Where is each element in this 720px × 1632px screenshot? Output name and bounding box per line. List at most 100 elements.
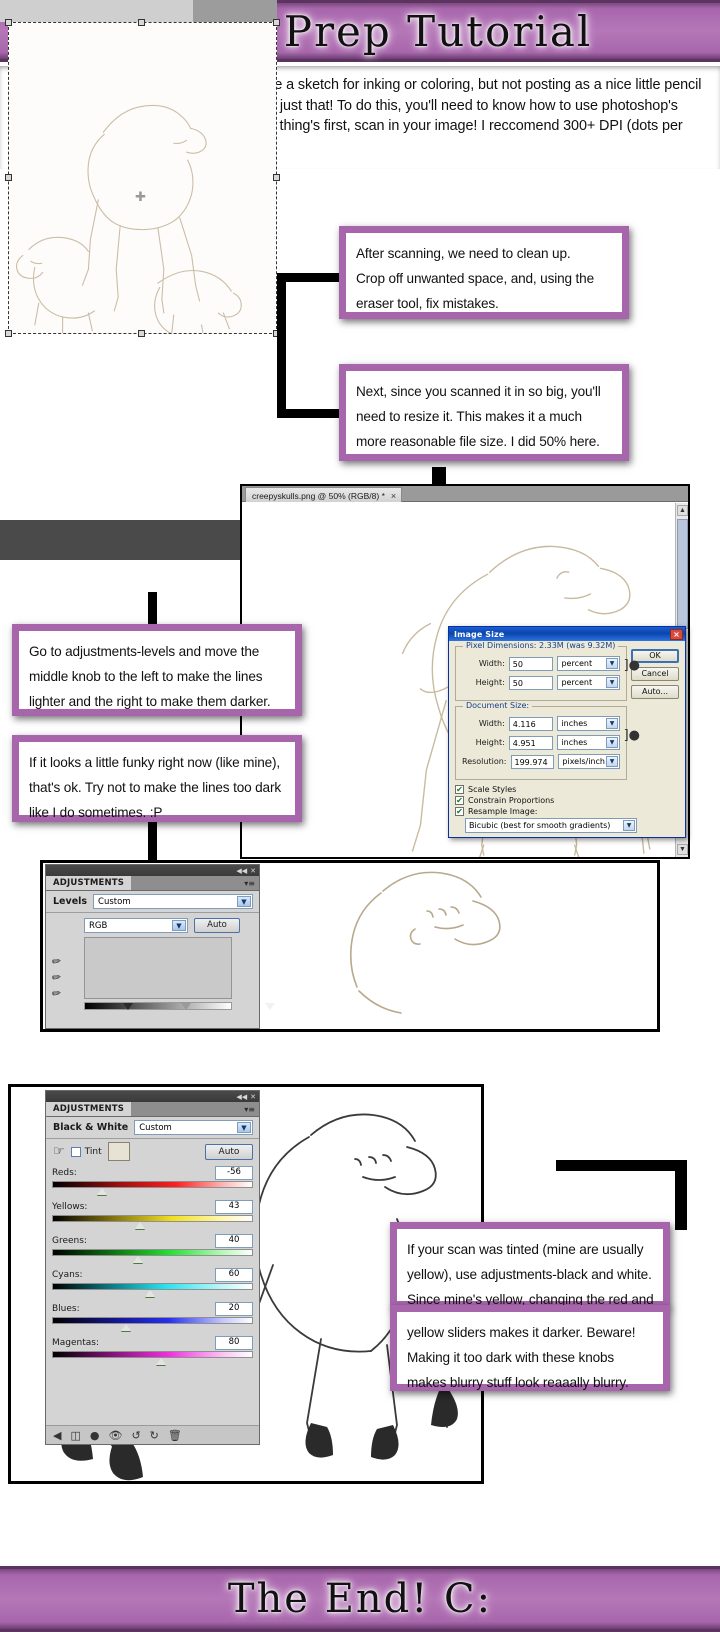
scrollbar-thumb[interactable] bbox=[677, 519, 688, 629]
pixel-height-input[interactable]: 50 bbox=[508, 675, 554, 690]
crop-handle-bc[interactable] bbox=[138, 330, 145, 337]
collapse-icon[interactable]: ◀◀ bbox=[236, 1093, 247, 1101]
crop-handle-tc[interactable] bbox=[138, 19, 145, 26]
document-tab[interactable]: creepyskulls.png @ 50% (RGB/8) * × bbox=[245, 487, 403, 502]
levels-white-knob[interactable] bbox=[265, 1003, 275, 1010]
slider-reds-knob[interactable] bbox=[96, 1188, 107, 1195]
scan-panel-footer bbox=[0, 520, 277, 560]
chevron-down-icon[interactable]: ▼ bbox=[237, 896, 251, 907]
eyedropper-black-icon[interactable]: ✏ bbox=[51, 954, 62, 968]
slider-yellows-knob[interactable] bbox=[134, 1222, 145, 1229]
doc-resolution-input[interactable]: 199.974 bbox=[510, 754, 555, 769]
scroll-down-icon[interactable]: ▼ bbox=[677, 844, 688, 855]
scale-styles-row[interactable]: ✔ Scale Styles bbox=[455, 785, 679, 794]
scroll-up-icon[interactable]: ▲ bbox=[677, 505, 688, 516]
slider-magentas-knob[interactable] bbox=[156, 1358, 167, 1365]
levels-auto-button[interactable]: Auto bbox=[194, 918, 240, 933]
crop-handle-ml[interactable] bbox=[5, 174, 12, 181]
doc-width-input[interactable]: 4.116 bbox=[508, 716, 554, 731]
bw-auto-button[interactable]: Auto bbox=[205, 1143, 253, 1160]
slider-greens-value[interactable]: 40 bbox=[215, 1234, 253, 1248]
trash-icon[interactable]: 🗑 bbox=[168, 1429, 182, 1442]
doc-height-unit-select[interactable]: inches ▼ bbox=[557, 735, 620, 750]
tint-control[interactable]: Tint bbox=[70, 1146, 102, 1157]
crop-handle-bl[interactable] bbox=[5, 330, 12, 337]
panel-menu-icon[interactable]: ▾≡ bbox=[131, 876, 259, 890]
close-icon[interactable]: × bbox=[391, 491, 396, 501]
slider-cyans: Cyans: 60 bbox=[52, 1268, 253, 1299]
constrain-chain-icon: ]● bbox=[623, 728, 640, 743]
levels-midtone-knob[interactable] bbox=[181, 1003, 191, 1010]
levels-preset-select[interactable]: Custom ▼ bbox=[93, 894, 253, 909]
preview-eye-icon[interactable]: 👁 bbox=[108, 1429, 122, 1442]
slider-reds-value[interactable]: -56 bbox=[215, 1166, 253, 1180]
chevron-down-icon[interactable]: ▼ bbox=[606, 737, 618, 748]
levels-adjustments-panel: ◀◀ ✕ ADJUSTMENTS ▾≡ Levels Custom ▼ RGB … bbox=[45, 864, 275, 1029]
constrain-chain-icon: ]● bbox=[623, 658, 640, 673]
close-icon[interactable]: × bbox=[670, 628, 683, 640]
crop-handle-tl[interactable] bbox=[5, 19, 12, 26]
collapse-icon[interactable]: ◀◀ bbox=[236, 867, 247, 875]
close-icon[interactable]: ✕ bbox=[250, 867, 256, 875]
bw-header: Black & White Custom ▼ bbox=[46, 1117, 259, 1139]
levels-channel-select[interactable]: RGB ▼ bbox=[84, 918, 188, 933]
chevron-down-icon[interactable]: ▼ bbox=[606, 756, 618, 767]
slider-cyans-value[interactable]: 60 bbox=[215, 1268, 253, 1282]
constrain-proportions-row[interactable]: ✔ Constrain Proportions bbox=[455, 796, 679, 805]
eyedropper-gray-icon[interactable]: ✏ bbox=[51, 970, 62, 984]
slider-greens-track[interactable] bbox=[52, 1249, 253, 1263]
slider-yellows-value[interactable]: 43 bbox=[215, 1200, 253, 1214]
chevron-down-icon[interactable]: ▼ bbox=[172, 920, 186, 931]
chevron-down-icon[interactable]: ▼ bbox=[606, 677, 618, 688]
resample-method-select[interactable]: Bicubic (best for smooth gradients) ▼ bbox=[465, 818, 637, 833]
panel-menu-icon[interactable]: ▾≡ bbox=[131, 1102, 259, 1116]
chevron-down-icon[interactable]: ▼ bbox=[623, 820, 635, 831]
slider-reds-track[interactable] bbox=[52, 1181, 253, 1195]
clip-layer-icon[interactable]: ◫ bbox=[70, 1429, 80, 1442]
slider-cyans-knob[interactable] bbox=[144, 1290, 155, 1297]
slider-yellows-track[interactable] bbox=[52, 1215, 253, 1229]
chevron-down-icon[interactable]: ▼ bbox=[606, 658, 618, 669]
bw-preset-value: Custom bbox=[139, 1123, 172, 1133]
doc-resolution-unit-select[interactable]: pixels/inch ▼ bbox=[558, 754, 620, 769]
bw-preset-select[interactable]: Custom ▼ bbox=[134, 1120, 253, 1135]
pixel-width-input[interactable]: 50 bbox=[508, 656, 554, 671]
pixel-height-unit-select[interactable]: percent ▼ bbox=[557, 675, 620, 690]
slider-cyans-labelrow: Cyans: 60 bbox=[52, 1268, 253, 1282]
slider-blues-knob[interactable] bbox=[120, 1324, 131, 1331]
doc-height-input[interactable]: 4.951 bbox=[508, 735, 554, 750]
slider-magentas-value[interactable]: 80 bbox=[215, 1336, 253, 1350]
slider-blues-track[interactable] bbox=[52, 1317, 253, 1331]
slider-blues-value[interactable]: 20 bbox=[215, 1302, 253, 1316]
close-icon[interactable]: ✕ bbox=[250, 1093, 256, 1101]
chevron-down-icon[interactable]: ▼ bbox=[237, 1122, 251, 1133]
slider-magentas-track[interactable] bbox=[52, 1351, 253, 1365]
tab-adjustments[interactable]: ADJUSTMENTS bbox=[46, 876, 132, 890]
tint-color-swatch[interactable] bbox=[107, 1142, 130, 1161]
slider-greens-knob[interactable] bbox=[132, 1256, 143, 1263]
callout-clean-up: After scanning, we need to clean up. Cro… bbox=[339, 226, 629, 319]
doc-width-unit-select[interactable]: inches ▼ bbox=[557, 716, 620, 731]
crop-handle-tr[interactable] bbox=[273, 19, 280, 26]
scale-styles-checkbox[interactable]: ✔ bbox=[455, 785, 464, 794]
scan-crop-area[interactable]: ✚ bbox=[5, 19, 280, 337]
doc-width-label: Width: bbox=[478, 719, 505, 728]
resample-image-row[interactable]: ✔ Resample Image: bbox=[455, 807, 679, 816]
pixel-width-label: Width: bbox=[478, 659, 505, 668]
tab-adjustments[interactable]: ADJUSTMENTS bbox=[46, 1102, 132, 1116]
reset-loop-icon[interactable]: ↺ bbox=[131, 1429, 140, 1442]
resample-image-checkbox[interactable]: ✔ bbox=[455, 807, 464, 816]
crop-handle-mr[interactable] bbox=[273, 174, 280, 181]
pixel-width-unit-select[interactable]: percent ▼ bbox=[557, 656, 620, 671]
eye-toggle-icon[interactable]: ● bbox=[90, 1429, 100, 1442]
back-arrow-icon[interactable]: ◀ bbox=[53, 1429, 61, 1442]
tint-checkbox[interactable] bbox=[70, 1146, 81, 1157]
slider-cyans-track[interactable] bbox=[52, 1283, 253, 1297]
eyedropper-white-icon[interactable]: ✏ bbox=[51, 986, 62, 1000]
constrain-proportions-checkbox[interactable]: ✔ bbox=[455, 796, 464, 805]
revert-icon[interactable]: ↻ bbox=[150, 1429, 159, 1442]
targeted-adjustment-hand-icon[interactable]: ☞ bbox=[53, 1145, 65, 1158]
levels-black-knob[interactable] bbox=[123, 1003, 133, 1010]
auto-button[interactable]: Auto... bbox=[631, 685, 679, 699]
chevron-down-icon[interactable]: ▼ bbox=[606, 718, 618, 729]
